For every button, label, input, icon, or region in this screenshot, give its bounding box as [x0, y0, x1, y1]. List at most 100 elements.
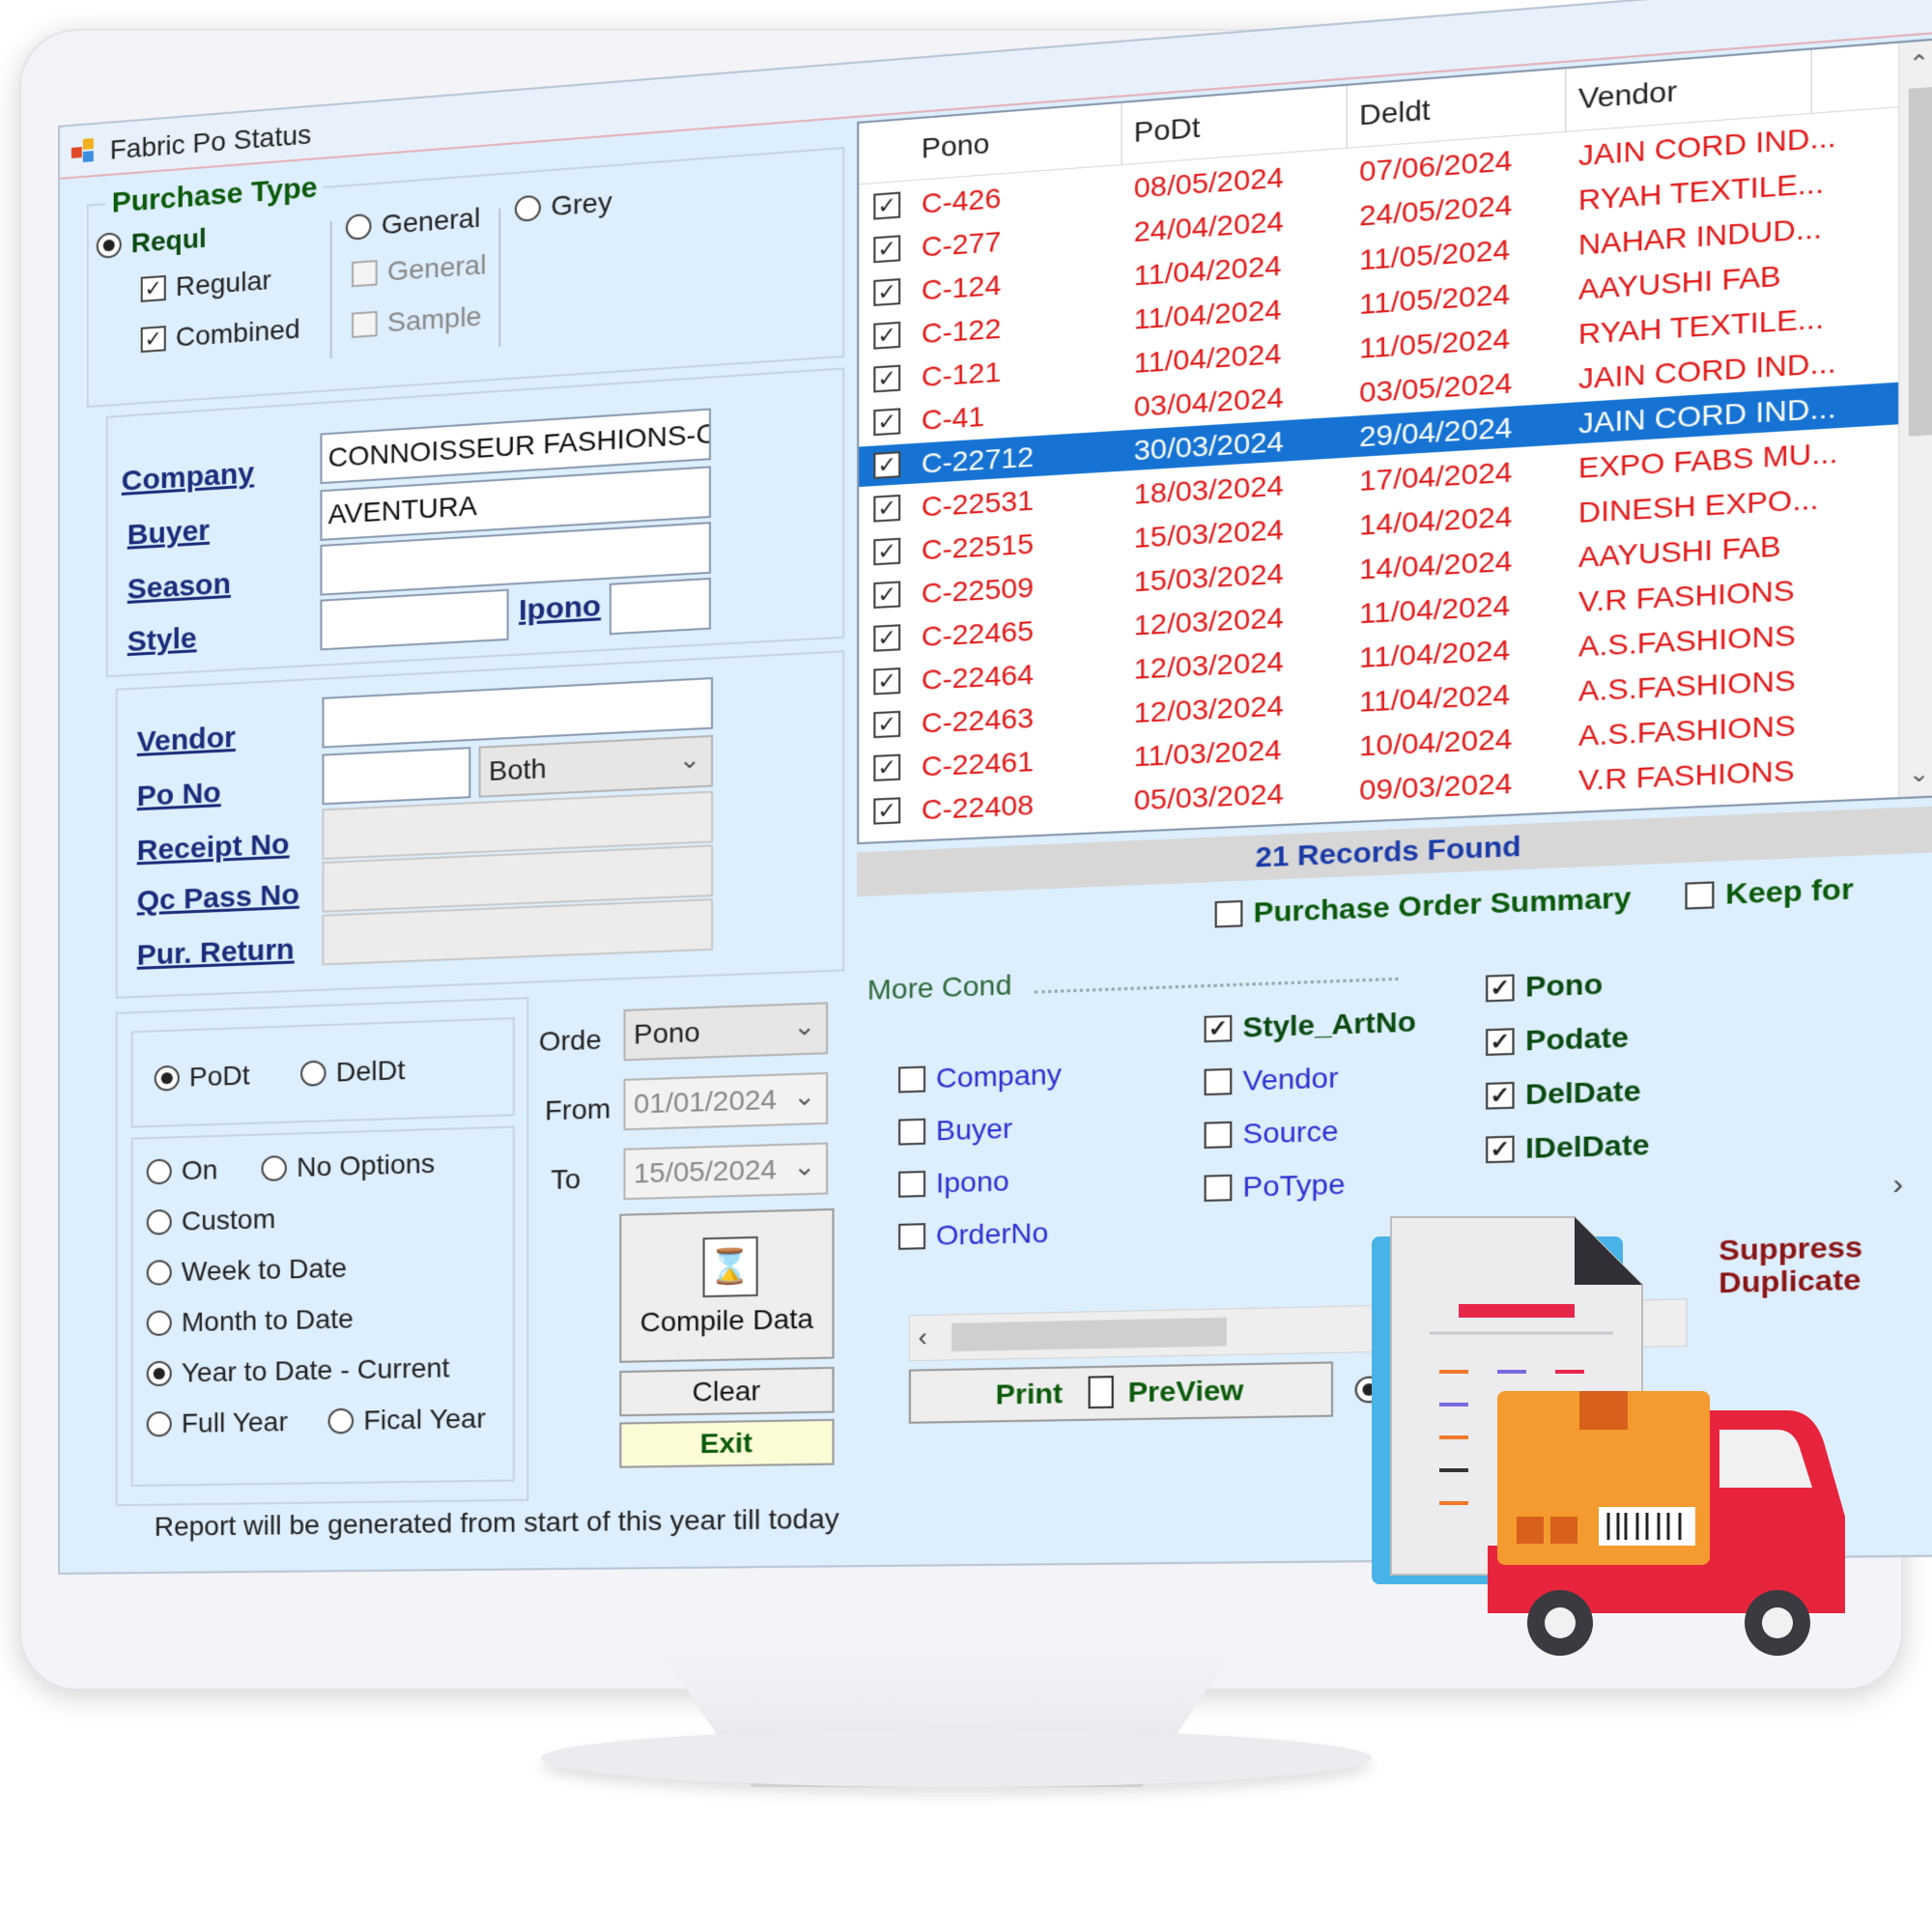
cell-deldt: 11/04/2024 [1359, 589, 1511, 630]
clear-button[interactable]: Clear [619, 1366, 835, 1417]
field-ipono-checkbox[interactable]: Ipono [898, 1165, 1009, 1201]
package-tape [1579, 1391, 1628, 1430]
field-source-checkbox[interactable]: Source [1204, 1115, 1338, 1151]
field-buyer-checkbox[interactable]: Buyer [898, 1113, 1012, 1149]
scroll-thumb[interactable] [1908, 86, 1932, 437]
year-current-radio[interactable]: Year to Date - Current [146, 1352, 450, 1389]
order-select[interactable]: Pono ⌄ [623, 1002, 829, 1062]
row-checkbox[interactable]: ✓ [873, 321, 901, 350]
cell-vendor: A.S.FASHIONS [1577, 709, 1796, 753]
pono-label[interactable]: Po No [137, 777, 221, 813]
divider [498, 208, 501, 347]
po-grid[interactable]: Pono PoDt Deldt Vendor ✓ C-426 08/05/2024 0… [857, 37, 1932, 845]
check-icon: ✓ [1486, 1135, 1515, 1164]
field-style_artno-checkbox[interactable]: ✓ Style_ArtNo [1204, 1006, 1416, 1045]
package-mark [1550, 1517, 1577, 1544]
week-radio[interactable]: Week to Date [146, 1252, 348, 1289]
compile-data-button[interactable]: ⌛ Compile Data [619, 1208, 835, 1363]
exit-button[interactable]: Exit [619, 1418, 835, 1468]
row-checkbox[interactable]: ✓ [873, 278, 901, 307]
compile-label: Compile Data [639, 1302, 813, 1338]
full-year-radio[interactable]: Full Year [146, 1406, 288, 1440]
row-checkbox[interactable]: ✓ [873, 494, 901, 523]
no-options-label: No Options [297, 1148, 436, 1183]
row-checkbox[interactable]: ✓ [873, 710, 901, 739]
check-icon [898, 1223, 926, 1250]
chevron-down-icon: ⌄ [793, 1151, 816, 1181]
style-label[interactable]: Style [128, 622, 197, 659]
field-ideldate-checkbox[interactable]: ✓ IDelDate [1486, 1128, 1649, 1166]
from-date-value: 01/01/2024 [633, 1084, 777, 1120]
fical-year-radio[interactable]: Fical Year [327, 1403, 486, 1436]
field-label: Vendor [1242, 1062, 1339, 1097]
pono-filter-select[interactable]: Both ⌄ [478, 734, 714, 798]
row-checkbox[interactable]: ✓ [873, 537, 901, 566]
on-label: On [181, 1154, 218, 1186]
field-podate-checkbox[interactable]: ✓ Podate [1486, 1021, 1629, 1059]
field-deldate-checkbox[interactable]: ✓ DelDate [1486, 1075, 1641, 1113]
field-pono-checkbox[interactable]: ✓ Pono [1486, 968, 1603, 1006]
season-label[interactable]: Season [128, 568, 231, 607]
column-header[interactable]: PoDt [1134, 111, 1201, 149]
cell-podt: 03/04/2024 [1133, 381, 1284, 423]
print-button[interactable]: Print [996, 1378, 1063, 1410]
scroll-down-icon[interactable]: ⌄ [1909, 760, 1930, 788]
row-checkbox[interactable]: ✓ [873, 364, 901, 393]
vendor-label[interactable]: Vendor [137, 722, 236, 759]
field-label: Podate [1525, 1020, 1629, 1057]
scroll-thumb[interactable] [952, 1317, 1227, 1352]
row-checkbox[interactable]: ✓ [873, 581, 901, 610]
field-orderno-checkbox[interactable]: OrderNo [898, 1217, 1048, 1253]
row-checkbox[interactable]: ✓ [873, 624, 901, 652]
radio-indicator [146, 1360, 172, 1387]
cell-pono: C-426 [921, 182, 1002, 220]
pono-field[interactable] [322, 747, 471, 806]
cell-vendor: A.S.FASHIONS [1577, 618, 1796, 663]
cell-vendor: DINESH EXPO... [1577, 482, 1819, 529]
receipt-label[interactable]: Receipt No [137, 828, 290, 867]
preview-button[interactable]: PreView [1128, 1375, 1244, 1408]
field-company-checkbox[interactable]: Company [898, 1059, 1062, 1096]
row-checkbox[interactable]: ✓ [873, 408, 901, 437]
row-checkbox[interactable]: ✓ [873, 191, 901, 220]
purchase-order-summary-checkbox[interactable]: Purchase Order Summary [1214, 882, 1631, 931]
no-options-radio[interactable]: No Options [261, 1148, 436, 1184]
ipono-label[interactable]: Ipono [519, 589, 601, 628]
row-checkbox[interactable]: ✓ [873, 451, 901, 479]
purreturn-label[interactable]: Pur. Return [137, 933, 295, 973]
grid-scrollbar[interactable]: ⌃ ⌄ [1898, 40, 1932, 798]
field-potype-checkbox[interactable]: PoType [1204, 1168, 1345, 1205]
column-header[interactable]: Deldt [1359, 94, 1431, 132]
row-checkbox[interactable]: ✓ [873, 235, 901, 264]
cell-pono: C-22515 [921, 527, 1035, 566]
qcpass-label[interactable]: Qc Pass No [137, 878, 299, 918]
style-field[interactable] [320, 588, 509, 651]
ipono-field[interactable] [609, 577, 711, 636]
column-header[interactable]: Vendor [1578, 75, 1677, 116]
cell-deldt: 11/05/2024 [1359, 233, 1511, 276]
deldt-radio[interactable]: DelDt [300, 1055, 405, 1090]
column-separator [1565, 69, 1567, 131]
more-cond-separator [1034, 977, 1399, 994]
sample-label: Sample [386, 300, 482, 338]
from-date-picker[interactable]: 01/01/2024 ⌄ [623, 1071, 829, 1131]
to-date-picker[interactable]: 15/05/2024 ⌄ [623, 1142, 829, 1201]
chevron-right-icon[interactable]: › [1892, 1168, 1903, 1202]
podt-radio[interactable]: PoDt [154, 1060, 250, 1094]
deldt-label: DelDt [335, 1054, 406, 1088]
column-header[interactable]: Pono [922, 128, 990, 165]
week-label: Week to Date [181, 1252, 348, 1288]
row-checkbox[interactable]: ✓ [873, 667, 901, 696]
buyer-label[interactable]: Buyer [128, 514, 210, 552]
chevron-left-icon[interactable]: ‹ [919, 1321, 927, 1352]
row-checkbox[interactable]: ✓ [873, 797, 901, 825]
on-radio[interactable]: On [146, 1154, 218, 1187]
custom-radio[interactable]: Custom [146, 1204, 275, 1238]
field-label: Ipono [935, 1165, 1009, 1199]
month-radio[interactable]: Month to Date [146, 1303, 354, 1339]
cell-deldt: 03/05/2024 [1359, 366, 1513, 409]
field-vendor-checkbox[interactable]: Vendor [1204, 1062, 1339, 1098]
keep-for-checkbox[interactable]: Keep for [1685, 872, 1854, 913]
scroll-up-icon[interactable]: ⌃ [1909, 49, 1930, 78]
row-checkbox[interactable]: ✓ [873, 753, 901, 781]
